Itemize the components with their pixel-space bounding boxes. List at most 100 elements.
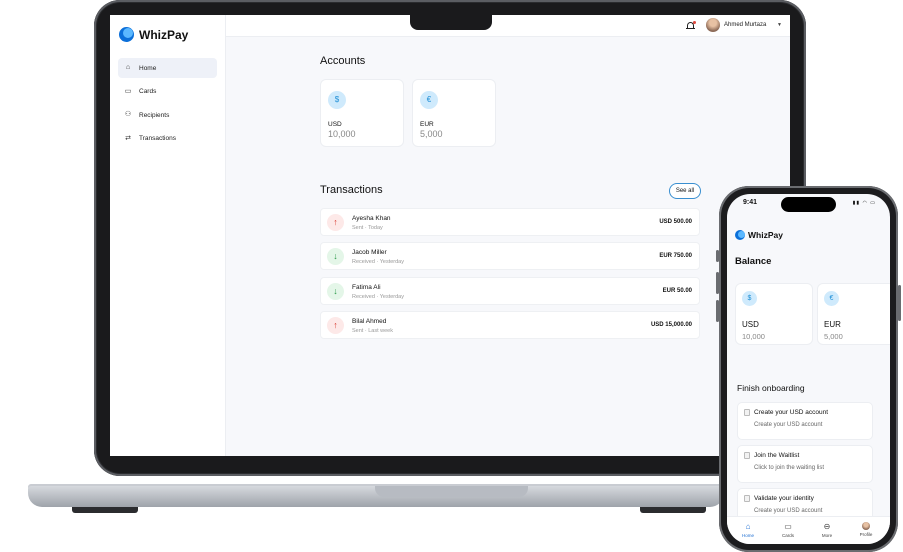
transaction-amount: EUR 750.00	[659, 253, 692, 259]
hourglass-icon	[744, 452, 750, 459]
transaction-name: Bilal Ahmed	[352, 318, 387, 325]
whizpay-logo-icon	[735, 230, 745, 240]
user-name[interactable]: Ahmed Murtaza	[724, 22, 766, 28]
transaction-amount: USD 15,000.00	[650, 322, 692, 328]
users-icon: ⚇	[124, 111, 132, 118]
arrow-down-icon: ↓	[327, 283, 344, 300]
sidebar-nav: ⌂ Home ▭ Cards ⚇ Recipients ⇄ Transactio…	[118, 58, 217, 152]
arrow-down-icon: ↓	[327, 248, 344, 265]
sidebar-item-cards[interactable]: ▭ Cards	[118, 82, 217, 102]
top-bar: Ahmed Murtaza ▼	[226, 15, 790, 37]
avatar	[862, 522, 870, 530]
sidebar-item-home[interactable]: ⌂ Home	[118, 58, 217, 78]
task-subtitle: Click to join the waiting list	[754, 465, 825, 471]
see-all-button[interactable]: See all	[669, 183, 701, 199]
transaction-row[interactable]: ↓ Jacob Miller Received · Yesterday EUR …	[320, 242, 700, 270]
transaction-name: Ayesha Khan	[352, 215, 391, 222]
chevron-down-icon[interactable]: ▼	[777, 22, 782, 28]
sidebar-item-label: Cards	[139, 88, 157, 95]
phone-side-button	[716, 272, 719, 294]
transaction-row[interactable]: ↓ Fatima Ali Received · Yesterday EUR 50…	[320, 277, 700, 305]
sidebar-item-transactions[interactable]: ⇄ Transactions	[118, 129, 217, 149]
account-currency: EUR	[824, 320, 841, 329]
tab-more[interactable]: ⊖ More	[812, 522, 842, 538]
transfer-icon: ⇄	[125, 134, 131, 142]
task-title: Join the Waitlist	[754, 452, 800, 459]
account-card-eur[interactable]: € EUR 5,000	[412, 79, 496, 147]
brand: WhizPay	[119, 27, 188, 42]
arrow-up-icon: ↑	[327, 317, 344, 334]
task-title: Create your USD account	[754, 409, 829, 416]
accounts-heading: Accounts	[320, 55, 366, 67]
status-time: 9:41	[743, 199, 758, 206]
sidebar-item-label: Recipients	[139, 111, 170, 119]
brand: WhizPay	[735, 230, 783, 240]
transaction-meta: Received · Yesterday	[352, 294, 404, 300]
account-card-eur[interactable]: € EUR 5,000	[817, 283, 890, 345]
bell-icon[interactable]	[686, 21, 696, 31]
status-icons: ▮▮ ◠ ▭	[852, 200, 876, 206]
phone-side-button	[898, 285, 901, 321]
tab-profile[interactable]: Profile	[851, 522, 881, 537]
task-title: Validate your identity	[754, 495, 814, 502]
home-icon: ⌂	[745, 522, 751, 531]
dollar-icon: $	[328, 91, 346, 109]
account-balance: 5,000	[824, 332, 843, 341]
tab-label: More	[821, 533, 833, 538]
tab-bar: ⌂ Home ▭ Cards ⊖ More Profile	[727, 516, 890, 544]
task-subtitle: Create your USD account	[754, 508, 823, 514]
transaction-meta: Received · Yesterday	[352, 259, 404, 265]
whizpay-logo-icon	[119, 27, 134, 42]
desktop-app: WhizPay ⌂ Home ▭ Cards ⚇ Recipients ⇄ Tr…	[110, 15, 790, 456]
onboarding-heading: Finish onboarding	[737, 383, 805, 393]
laptop-foot	[640, 507, 706, 513]
home-icon: ⌂	[125, 64, 131, 71]
card-icon: ▭	[124, 87, 132, 95]
avatar[interactable]	[706, 18, 720, 32]
account-balance: 10,000	[742, 332, 765, 341]
onboarding-task[interactable]: Join the Waitlist Click to join the wait…	[737, 445, 873, 483]
dollar-icon: $	[742, 291, 757, 306]
account-card-usd[interactable]: $ USD 10,000	[320, 79, 404, 147]
transaction-row[interactable]: ↑ Ayesha Khan Sent · Today USD 500.00	[320, 208, 700, 236]
transaction-meta: Sent · Last week	[352, 328, 393, 334]
arrow-up-icon: ↑	[327, 214, 344, 231]
euro-icon: €	[420, 91, 438, 109]
transaction-meta: Sent · Today	[352, 225, 383, 231]
account-currency: USD	[328, 121, 342, 128]
mobile-app: 9:41 ▮▮ ◠ ▭ WhizPay Balance $ USD 10,000…	[727, 194, 890, 544]
sidebar-item-label: Transactions	[139, 135, 176, 142]
task-subtitle: Create your USD account	[754, 422, 823, 428]
brand-name: WhizPay	[748, 230, 783, 240]
phone-side-button	[716, 300, 719, 322]
account-card-usd[interactable]: $ USD 10,000	[735, 283, 813, 345]
tab-home[interactable]: ⌂ Home	[733, 522, 763, 538]
brand-name: WhizPay	[139, 27, 189, 42]
document-icon	[744, 409, 750, 416]
card-icon: ▭	[784, 522, 792, 531]
dynamic-island	[781, 197, 836, 212]
more-icon: ⊖	[823, 522, 831, 531]
euro-icon: €	[824, 291, 839, 306]
onboarding-task[interactable]: Create your USD account Create your USD …	[737, 402, 873, 440]
transaction-row[interactable]: ↑ Bilal Ahmed Sent · Last week USD 15,00…	[320, 311, 700, 339]
tab-label: Cards	[781, 533, 794, 538]
account-balance: 5,000	[420, 129, 443, 139]
transaction-amount: USD 500.00	[659, 219, 692, 225]
account-balance: 10,000	[328, 129, 356, 139]
tab-cards[interactable]: ▭ Cards	[773, 522, 803, 538]
sidebar-item-recipients[interactable]: ⚇ Recipients	[118, 105, 217, 125]
sidebar: WhizPay ⌂ Home ▭ Cards ⚇ Recipients ⇄ Tr…	[110, 15, 226, 456]
transaction-name: Jacob Miller	[352, 249, 387, 256]
laptop-foot	[72, 507, 138, 513]
main-content: Accounts $ USD 10,000 € EUR 5,000 Transa…	[226, 37, 790, 456]
tab-label: Home	[741, 533, 754, 538]
phone-side-button	[716, 250, 719, 262]
account-currency: USD	[742, 320, 759, 329]
balance-heading: Balance	[735, 256, 772, 267]
camera-notch	[410, 15, 492, 30]
tab-label: Profile	[859, 532, 873, 537]
laptop-groove	[375, 486, 528, 497]
sidebar-item-label: Home	[139, 64, 157, 72]
transaction-name: Fatima Ali	[352, 284, 381, 291]
